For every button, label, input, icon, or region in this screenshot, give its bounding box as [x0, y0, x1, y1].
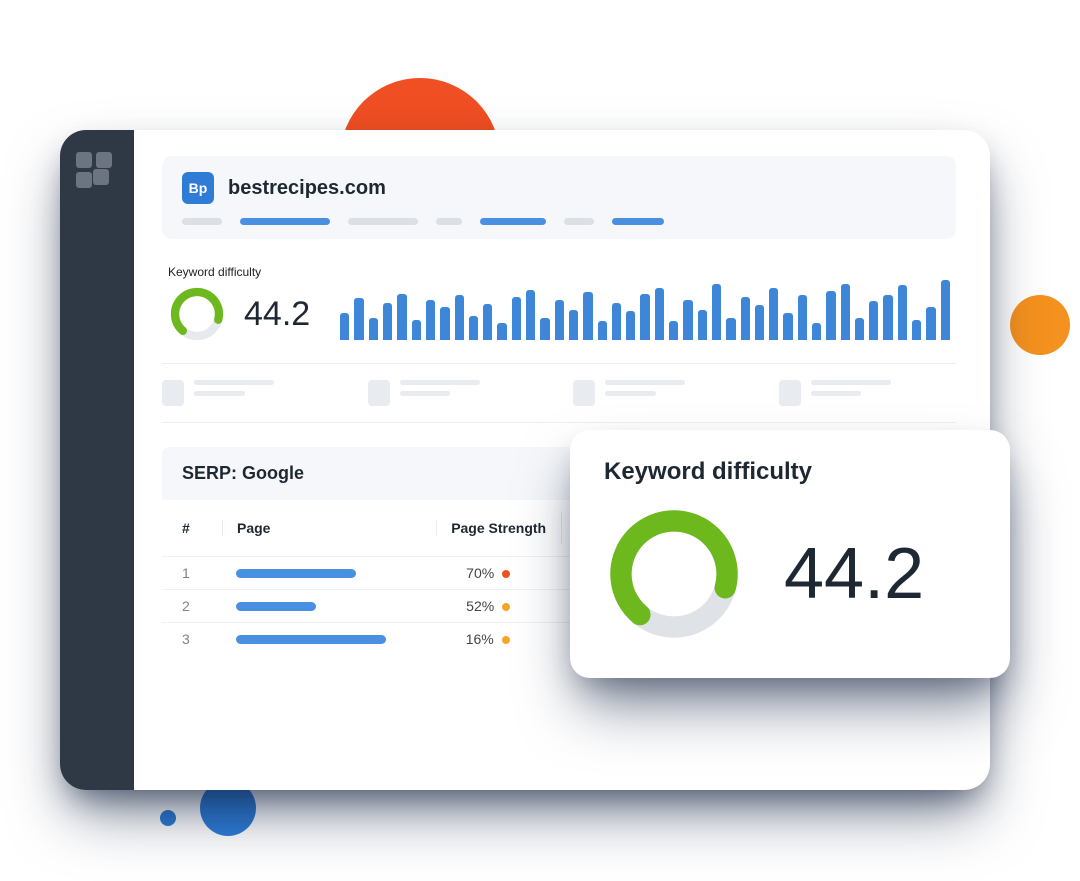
app-logo-icon[interactable] — [76, 152, 112, 188]
decor-circle-orange-small — [1010, 295, 1070, 355]
cell-strength: 52% — [436, 598, 561, 614]
trend-bar — [626, 311, 635, 340]
domain-tab[interactable] — [436, 218, 462, 225]
trend-bar — [812, 323, 821, 340]
trend-bar — [583, 292, 592, 340]
trend-bar — [783, 313, 792, 340]
cell-strength: 70% — [436, 565, 561, 581]
cell-page — [222, 569, 436, 578]
trend-bar — [869, 301, 878, 340]
col-rank[interactable]: # — [182, 520, 222, 536]
trend-bar — [555, 300, 564, 340]
stats-placeholder-row — [162, 363, 956, 423]
stat-card — [368, 380, 546, 406]
stat-card — [162, 380, 340, 406]
trend-bar — [469, 316, 478, 340]
trend-bar — [526, 290, 535, 340]
trend-bar — [540, 318, 549, 340]
keyword-difficulty-widget: Keyword difficulty 44.2 — [168, 265, 310, 343]
domain-name: bestrecipes.com — [228, 177, 386, 200]
trend-bar — [640, 294, 649, 340]
col-page-strength[interactable]: Page Strength — [436, 520, 561, 536]
trend-bar — [483, 304, 492, 340]
trend-bar — [397, 294, 406, 340]
trend-bar — [369, 318, 378, 340]
trend-bar — [383, 303, 392, 340]
trend-bar — [683, 300, 692, 340]
domain-tab[interactable] — [240, 218, 330, 225]
domain-tab[interactable] — [182, 218, 222, 225]
domain-tab[interactable] — [612, 218, 664, 225]
trend-bar — [354, 298, 363, 340]
kd-label: Keyword difficulty — [168, 265, 310, 279]
trend-bar — [712, 284, 721, 340]
trend-bar — [598, 321, 607, 340]
cell-rank: 3 — [182, 631, 222, 647]
cell-rank: 2 — [182, 598, 222, 614]
trend-bar — [426, 300, 435, 340]
trend-bar — [926, 307, 935, 340]
cell-strength: 16% — [436, 631, 561, 647]
trend-bar — [941, 280, 950, 340]
popup-value: 44.2 — [784, 533, 924, 615]
popup-donut-icon — [604, 504, 744, 644]
trend-bar — [726, 318, 735, 340]
trend-bar — [898, 285, 907, 340]
trend-bar — [798, 295, 807, 340]
trend-bar — [497, 323, 506, 340]
trend-bar — [412, 320, 421, 340]
trend-bar — [755, 305, 764, 340]
kd-value: 44.2 — [244, 295, 310, 334]
popup-title: Keyword difficulty — [604, 458, 976, 486]
trend-bar — [440, 307, 449, 340]
keyword-difficulty-popup: Keyword difficulty 44.2 — [570, 430, 1010, 678]
trend-bar — [912, 320, 921, 340]
trend-bar — [655, 288, 664, 340]
trend-bar — [698, 310, 707, 340]
domain-tab[interactable] — [348, 218, 418, 225]
trend-bar — [512, 297, 521, 340]
domain-summary-card: Bp bestrecipes.com — [162, 156, 956, 239]
trend-bar — [669, 321, 678, 340]
trend-bar — [841, 284, 850, 340]
trend-bar — [569, 310, 578, 340]
trend-bar — [855, 318, 864, 340]
trend-bar-chart — [340, 268, 950, 340]
trend-bar — [883, 295, 892, 340]
cell-page — [222, 635, 436, 644]
trend-bar — [769, 288, 778, 340]
domain-tab[interactable] — [564, 218, 594, 225]
trend-bar — [612, 303, 621, 340]
sidebar — [60, 130, 134, 790]
trend-bar — [826, 291, 835, 340]
stat-card — [779, 380, 957, 406]
domain-tab[interactable] — [480, 218, 546, 225]
cell-rank: 1 — [182, 565, 222, 581]
trend-bar — [455, 295, 464, 340]
domain-tabs — [182, 218, 936, 225]
col-page[interactable]: Page — [222, 520, 436, 536]
stat-card — [573, 380, 751, 406]
trend-bar — [741, 297, 750, 340]
kd-donut-icon — [168, 285, 226, 343]
trend-bar — [340, 313, 349, 340]
cell-page — [222, 602, 436, 611]
decor-circle-blue-tiny — [160, 810, 176, 826]
domain-favicon: Bp — [182, 172, 214, 204]
